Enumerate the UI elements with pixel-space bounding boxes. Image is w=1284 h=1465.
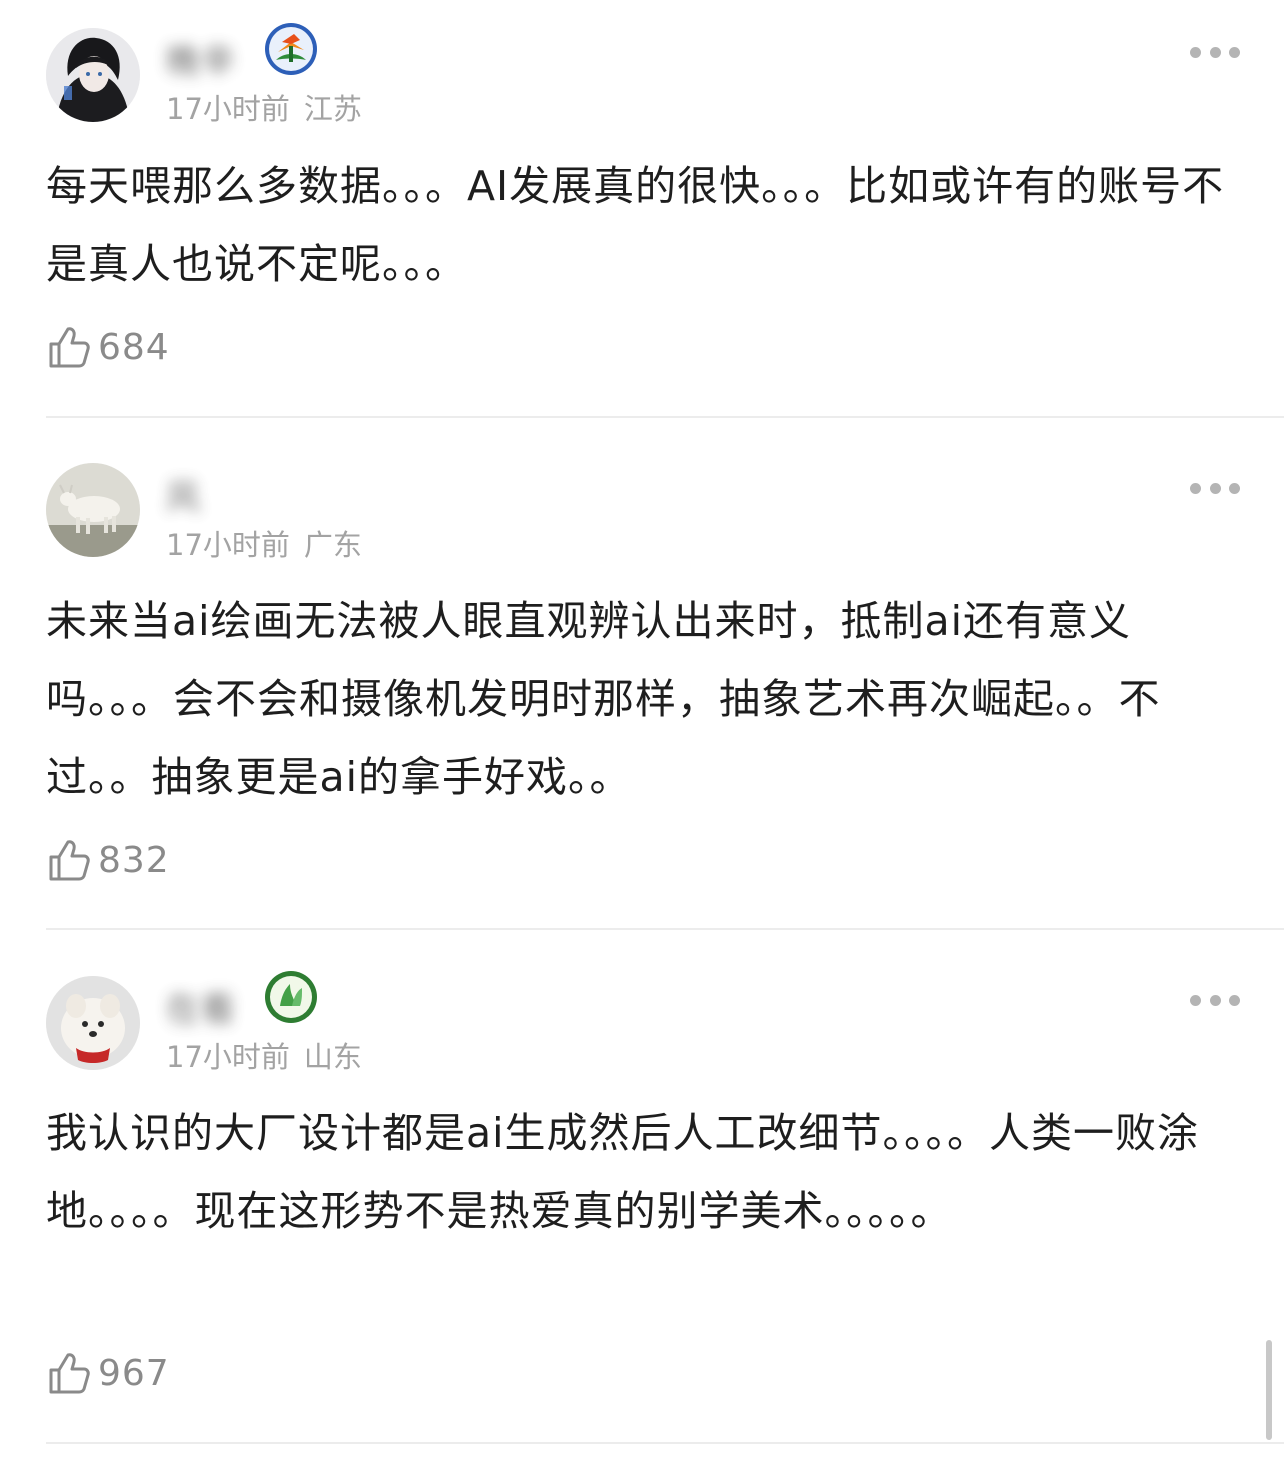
member-badge-icon[interactable] <box>264 970 318 1024</box>
thumbs-up-icon <box>49 327 90 368</box>
comment-text: 每天喂那么多数据。。。AI发展真的很快。。。比如或许有的账号不是真人也说不定呢。… <box>46 162 1225 288</box>
avatar[interactable] <box>46 28 140 122</box>
more-dots-icon[interactable] <box>1190 993 1240 1007</box>
more-dots-icon[interactable] <box>1190 45 1240 59</box>
comment-card: 风 17小时前 广东 未来当ai绘画无法被人眼直观辨认出来时，抵制ai还有意义吗… <box>0 418 1284 930</box>
thumbs-up-icon <box>49 1353 90 1394</box>
member-badge-icon[interactable] <box>264 22 318 76</box>
comment-meta: 17小时前 广东 <box>166 522 362 564</box>
comment-location: 山东 <box>303 1040 362 1074</box>
username[interactable]: 在看 <box>166 982 236 1031</box>
comment-meta: 17小时前 江苏 <box>166 86 362 128</box>
comment-time: 17小时前 <box>166 528 290 562</box>
like-button[interactable]: 967 <box>46 1350 170 1396</box>
more-dots-icon[interactable] <box>1190 481 1240 495</box>
thumbs-up-icon <box>49 840 90 881</box>
scroll-indicator[interactable] <box>1266 1340 1272 1440</box>
comment-time: 17小时前 <box>166 92 290 126</box>
comment-text: 我认识的大厂设计都是ai生成然后人工改细节。。。。人类一败涂地。。。。现在这形势… <box>46 1109 1200 1235</box>
comment-card: 在看 17小时前 山东 我认识的大厂设计都是ai生成然后人工改细节。。。。人类一… <box>0 930 1284 1465</box>
comment-time: 17小时前 <box>166 1040 290 1074</box>
like-count: 832 <box>98 839 170 881</box>
username[interactable]: 晚辛 <box>166 34 236 83</box>
comment-location: 江苏 <box>303 92 362 126</box>
comment-location: 广东 <box>303 528 362 562</box>
like-count: 967 <box>98 1352 170 1394</box>
comment-text: 未来当ai绘画无法被人眼直观辨认出来时，抵制ai还有意义吗。。。会不会和摄像机发… <box>46 597 1161 801</box>
avatar[interactable] <box>46 463 140 557</box>
divider <box>46 1442 1284 1444</box>
like-button[interactable]: 684 <box>46 324 170 370</box>
avatar[interactable] <box>46 976 140 1070</box>
like-button[interactable]: 832 <box>46 837 170 883</box>
comment-card: 晚辛 17小时前 江苏 每天喂那么多数据。。。AI发展真的很快。。。比如或许有的… <box>0 0 1284 418</box>
comment-meta: 17小时前 山东 <box>166 1034 362 1076</box>
username[interactable]: 风 <box>166 470 201 519</box>
like-count: 684 <box>98 326 170 368</box>
